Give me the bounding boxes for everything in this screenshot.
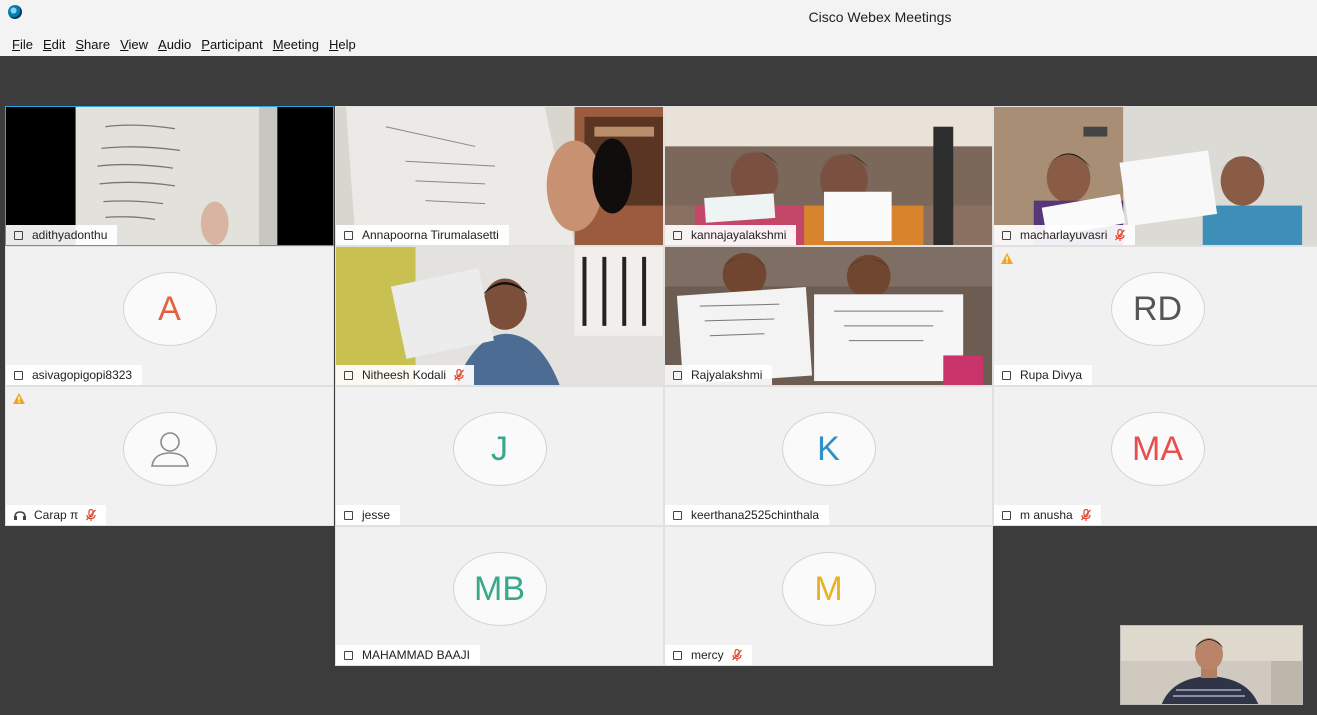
- participant-tile[interactable]: RD Rupa Divya: [993, 246, 1317, 386]
- participant-tile[interactable]: Annapoorna Tirumalasetti: [335, 106, 664, 246]
- warning-icon: [1001, 251, 1013, 264]
- participant-name-label: keerthana2525chinthala: [665, 505, 830, 525]
- device-icon: [673, 650, 682, 660]
- participant-name-label: adithyadonthu: [6, 225, 118, 245]
- menu-item-view[interactable]: View: [120, 37, 148, 52]
- participant-name: mercy: [691, 648, 724, 662]
- avatar-initials: MA: [1110, 412, 1205, 486]
- participant-tile[interactable]: Rajyalakshmi: [664, 246, 993, 386]
- device-icon: [1002, 230, 1011, 240]
- participant-tile[interactable]: MA m anusha: [993, 386, 1317, 526]
- participant-name-label: macharlayuvasri: [994, 225, 1136, 245]
- menu-item-share[interactable]: Share: [75, 37, 110, 52]
- self-view-video[interactable]: [1120, 625, 1303, 705]
- participant-name-label: mercy: [665, 645, 752, 665]
- participant-tile[interactable]: Nitheesh Kodali: [335, 246, 664, 386]
- participant-name: Carap π: [34, 508, 79, 522]
- menu-item-edit[interactable]: Edit: [43, 37, 65, 52]
- participant-name: Rajyalakshmi: [691, 368, 763, 382]
- participant-name: macharlayuvasri: [1020, 228, 1108, 242]
- participant-name: kannajayalakshmi: [691, 228, 787, 242]
- participant-name-label: Carap π: [6, 505, 107, 525]
- participant-name-label: Nitheesh Kodali: [336, 365, 475, 385]
- participant-tile[interactable]: Aasivagopigopi8323: [5, 246, 334, 386]
- participant-name: MAHAMMAD BAAJI: [362, 648, 471, 662]
- device-icon: [344, 370, 353, 380]
- device-icon: [14, 230, 23, 240]
- device-icon: [14, 370, 23, 380]
- participant-tile[interactable]: MB MAHAMMAD BAAJI: [335, 526, 664, 666]
- title-bar: Cisco Webex Meetings: [0, 0, 1317, 32]
- device-icon: [344, 510, 353, 520]
- menu-bar: File Edit Share View Audio Participant Meeting…: [0, 32, 1317, 56]
- participant-name-label: Annapoorna Tirumalasetti: [336, 225, 509, 245]
- window-title: Cisco Webex Meetings: [808, 9, 952, 25]
- participant-name: jesse: [362, 508, 391, 522]
- participant-name-label: m anusha: [994, 505, 1101, 525]
- participant-name-label: asivagopigopi8323: [6, 365, 143, 385]
- participant-tile[interactable]: macharlayuvasri: [993, 106, 1317, 246]
- muted-mic-icon: [86, 508, 97, 521]
- participant-tile[interactable]: adithyadonthu: [5, 106, 334, 246]
- menu-item-help[interactable]: Help: [329, 37, 356, 52]
- muted-mic-icon: [731, 648, 742, 661]
- avatar-initials: A: [122, 272, 217, 346]
- participant-name: Nitheesh Kodali: [362, 368, 447, 382]
- device-icon: [344, 650, 353, 660]
- video-grid: adithyadonthu Annapoorna Tirumalasetti kan…: [0, 56, 1317, 715]
- participant-name: m anusha: [1020, 508, 1073, 522]
- muted-mic-icon: [1080, 508, 1091, 521]
- device-icon: [344, 230, 353, 240]
- participant-name-label: MAHAMMAD BAAJI: [336, 645, 481, 665]
- warning-icon: [13, 391, 25, 404]
- participant-name: keerthana2525chinthala: [691, 508, 820, 522]
- participant-name: asivagopigopi8323: [32, 368, 133, 382]
- participant-name-label: kannajayalakshmi: [665, 225, 797, 245]
- participant-name: Rupa Divya: [1020, 368, 1083, 382]
- menu-item-participant[interactable]: Participant: [201, 37, 262, 52]
- phone-audio-icon: [14, 510, 26, 520]
- participant-name-label: Rupa Divya: [994, 365, 1093, 385]
- participant-tile[interactable]: Kkeerthana2525chinthala: [664, 386, 993, 526]
- default-avatar-icon: [122, 412, 217, 486]
- avatar-initials: J: [452, 412, 547, 486]
- participant-tile[interactable]: Carap π: [5, 386, 334, 526]
- device-icon: [673, 370, 682, 380]
- participant-name: Annapoorna Tirumalasetti: [362, 228, 499, 242]
- participant-tile[interactable]: Jjesse: [335, 386, 664, 526]
- device-icon: [1002, 510, 1011, 520]
- muted-mic-icon: [1115, 228, 1126, 241]
- avatar-initials: MB: [452, 552, 547, 626]
- avatar-initials: M: [781, 552, 876, 626]
- menu-item-audio[interactable]: Audio: [158, 37, 191, 52]
- participant-name: adithyadonthu: [32, 228, 108, 242]
- device-icon: [1002, 370, 1011, 380]
- participant-tile[interactable]: Mmercy: [664, 526, 993, 666]
- device-icon: [673, 230, 682, 240]
- device-icon: [673, 510, 682, 520]
- participant-name-label: Rajyalakshmi: [665, 365, 773, 385]
- muted-mic-icon: [454, 368, 465, 381]
- avatar-initials: RD: [1110, 272, 1205, 346]
- participant-name-label: jesse: [336, 505, 401, 525]
- participant-tile[interactable]: kannajayalakshmi: [664, 106, 993, 246]
- menu-item-meeting[interactable]: Meeting: [273, 37, 319, 52]
- menu-item-file[interactable]: File: [12, 37, 33, 52]
- avatar-initials: K: [781, 412, 876, 486]
